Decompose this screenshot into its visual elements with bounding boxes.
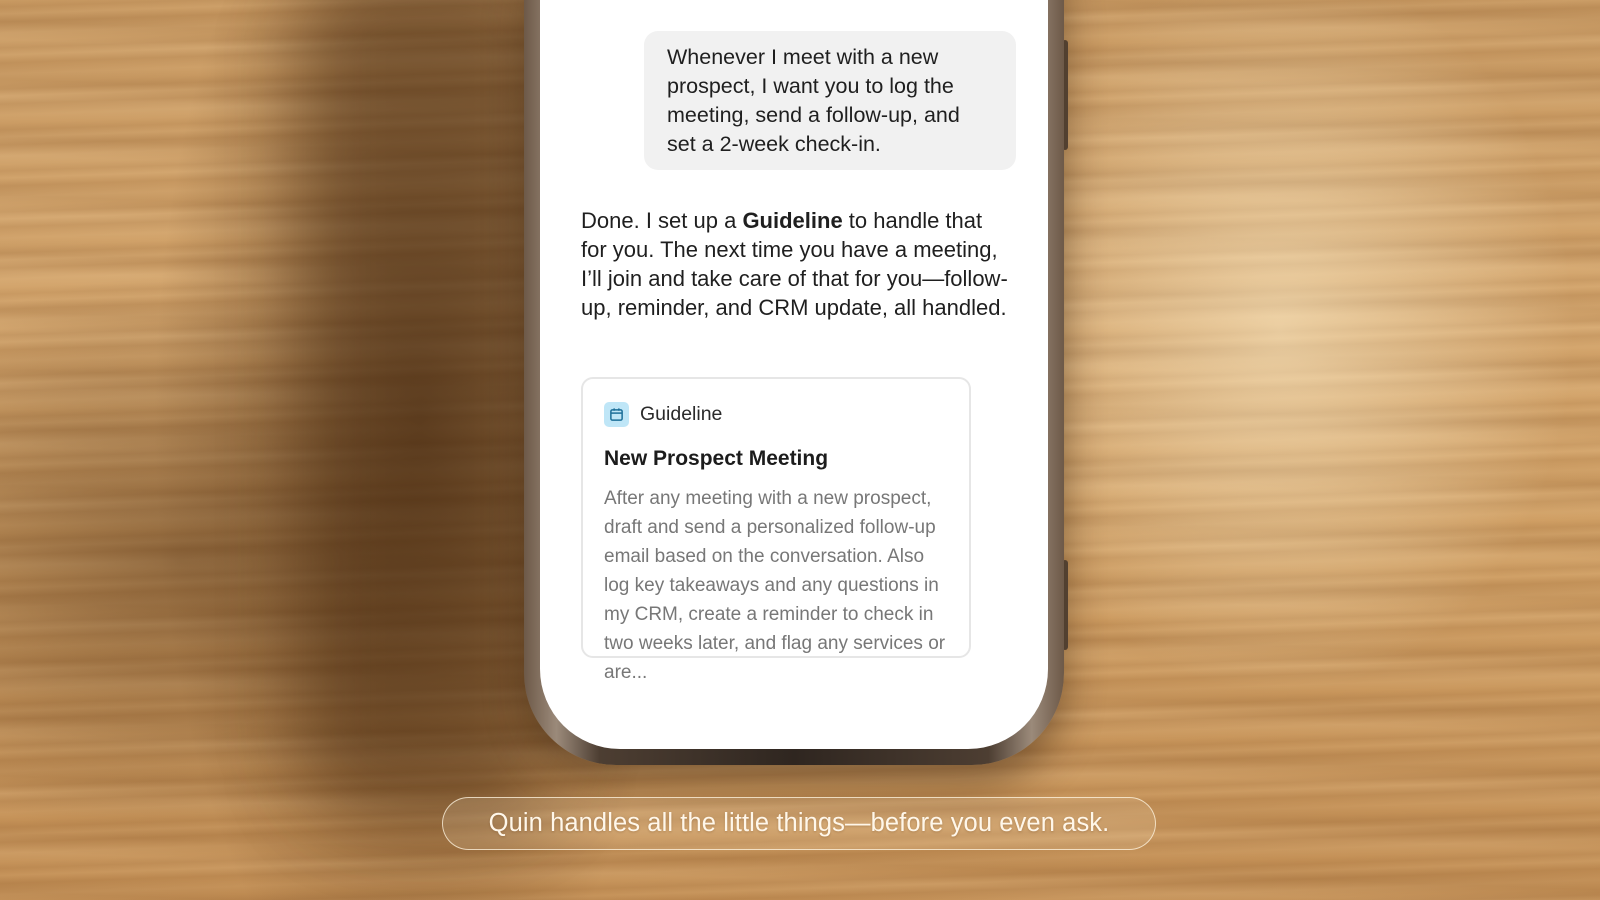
phone: Whenever I meet with a new prospect, I w… <box>524 0 1064 765</box>
guideline-card-title: New Prospect Meeting <box>604 447 829 470</box>
assistant-reply: Done. I set up a Guideline to handle tha… <box>581 206 1011 322</box>
calendar-icon <box>604 401 629 427</box>
caption-pill: Quin handles all the little things—befor… <box>442 797 1156 850</box>
user-message-bubble: Whenever I meet with a new prospect, I w… <box>644 31 1016 170</box>
phone-shadow <box>300 0 560 820</box>
guideline-card[interactable]: Guideline New Prospect Meeting After any… <box>581 377 971 683</box>
user-message-text: Whenever I meet with a new prospect, I w… <box>667 45 960 156</box>
assistant-reply-text-start: Done. I set up a <box>581 208 743 233</box>
guideline-card-description: After any meeting with a new prospect, d… <box>604 488 946 683</box>
phone-screen: Whenever I meet with a new prospect, I w… <box>540 0 1048 749</box>
caption-text: Quin handles all the little things—befor… <box>488 809 1110 837</box>
guideline-card-header: Guideline <box>604 401 948 427</box>
guideline-card-label: Guideline <box>640 402 723 425</box>
assistant-reply-guideline-term: Guideline <box>742 208 843 233</box>
